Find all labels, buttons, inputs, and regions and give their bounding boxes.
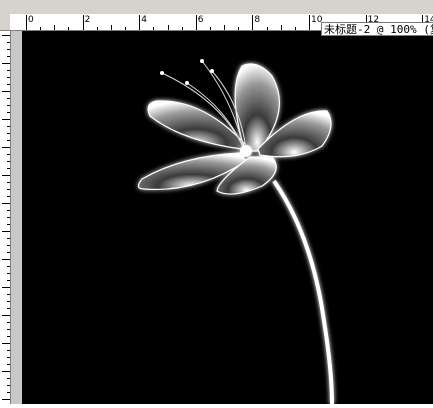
ruler-label: 4 [141,15,147,25]
ruler-tick [2,399,10,400]
ruler-tick [7,56,10,57]
ruler-tick [2,147,10,148]
ruler-tick [7,273,10,274]
ruler-tick [7,168,10,169]
ruler-tick [266,27,268,30]
ruler-tick [7,182,10,183]
ruler-tick [2,91,10,92]
ruler-tick [2,175,10,176]
ruler-tick [7,336,10,337]
ruler-tick [7,70,10,71]
flower-petals [137,63,332,195]
ruler-tick [7,189,10,190]
ruler-tick [7,378,10,379]
ruler-tick [252,15,254,30]
ruler-tick [7,266,10,267]
ruler-tick [195,15,197,30]
ruler-tick [209,27,211,30]
ruler-tick [7,238,10,239]
ruler-tick [7,329,10,330]
ruler-tick [7,126,10,127]
ruler-label: 0 [28,15,34,25]
ruler-tick [7,196,10,197]
ruler-tick [2,63,10,64]
flower-stem [272,179,334,405]
ruler-tick [7,224,10,225]
ruler-tick [68,27,70,30]
ruler-tick [7,392,10,393]
flower-center [240,145,252,157]
ruler-tick [54,25,56,30]
ruler-tick [2,287,10,288]
ruler-tick [2,315,10,316]
ruler-tick [7,49,10,50]
ruler-tick [7,217,10,218]
ruler-tick [7,385,10,386]
ruler-tick [2,343,10,344]
ruler-label: 2 [84,15,91,25]
ruler-tick [238,27,240,30]
ruler-tick [125,27,127,30]
ruler-tick [7,84,10,85]
ruler-tick [7,154,10,155]
ruler-tick [7,42,10,43]
ruler-tick [167,25,169,30]
ruler-tick [7,322,10,323]
ruler-tick [181,27,183,30]
ruler-tick [7,350,10,351]
ruler-tick [294,27,296,30]
ruler-tick [7,98,10,99]
ruler-tick [7,161,10,162]
ruler-tick [7,77,10,78]
ruler-tick [153,27,155,30]
ruler-tick [7,105,10,106]
ruler-tick [7,364,10,365]
ruler-tick [7,245,10,246]
ruler-tick [280,25,282,30]
ruler-tick [224,25,226,30]
ruler-tick [7,357,10,358]
ruler-tick [40,27,42,30]
ruler-tick [7,280,10,281]
ruler-tick [2,371,10,372]
document-canvas[interactable] [22,31,433,405]
flower-illustration [137,59,334,405]
ruler-tick [7,112,10,113]
vertical-ruler[interactable] [0,31,11,404]
ruler-tick [7,308,10,309]
ruler-tick [2,259,10,260]
ruler-tick [7,210,10,211]
ruler-tick [7,252,10,253]
ruler-tick [7,301,10,302]
ruler-tick [7,294,10,295]
toolbar-strip [0,0,433,15]
ruler-tick [26,15,27,30]
canvas-gutter [11,31,22,404]
ruler-tick [7,133,10,134]
ruler-tick [110,25,112,30]
ruler-label: 8 [254,15,261,25]
ruler-tick [139,15,141,30]
ruler-tick [2,119,10,120]
ruler-tick [82,15,84,30]
ruler-tick [309,15,310,30]
ruler-tick [7,140,10,141]
ruler-label: 6 [197,15,204,25]
ruler-tick [96,27,98,30]
ruler-tick [2,231,10,232]
ruler-tick [2,203,10,204]
document-title-tab[interactable]: 未标题-2 @ 100% (复 [321,22,433,36]
ruler-tick [2,35,10,36]
